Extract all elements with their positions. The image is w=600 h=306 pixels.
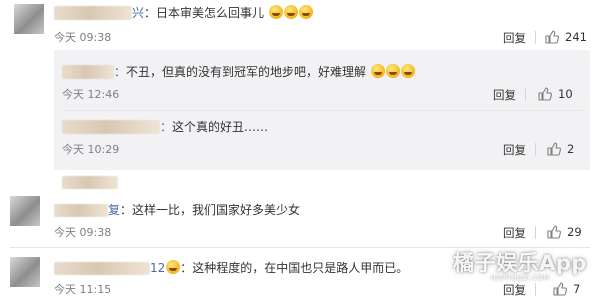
watermark: 橘子娱乐App HAPPYJUZI.COM xyxy=(450,252,590,282)
comment-text-3: 12 ：这种程度的，在中国也只是路人甲而已。 xyxy=(150,260,409,275)
comment-divider xyxy=(10,247,590,248)
like-button[interactable]: 7 xyxy=(553,282,580,296)
username-tail: 12 xyxy=(150,261,166,275)
comment-text-2: 复：这样一比，我们国家好多美少女 xyxy=(108,203,301,217)
thumbs-up-icon xyxy=(545,30,559,44)
username-tail: 复 xyxy=(108,203,121,217)
avatar[interactable] xyxy=(14,4,44,34)
like-count: 10 xyxy=(558,87,573,101)
reply-button[interactable]: 回复 xyxy=(503,226,526,240)
reply-button[interactable]: 回复 xyxy=(503,143,526,157)
comment-time: 今天 11:15 xyxy=(54,283,112,296)
grin-emoji-icon xyxy=(166,260,181,274)
reply-button[interactable]: 回复 xyxy=(503,31,526,45)
grin-emoji-icon xyxy=(268,5,283,19)
avatar[interactable] xyxy=(10,257,40,287)
watermark-sub: HAPPYJUZI.COM xyxy=(490,274,550,282)
like-count: 29 xyxy=(567,225,582,239)
divider xyxy=(535,226,536,239)
thumbs-up-icon xyxy=(547,142,561,156)
username-tail: ： xyxy=(114,65,127,79)
like-button[interactable]: 29 xyxy=(547,225,582,239)
like-count: 2 xyxy=(567,142,575,156)
reply-divider xyxy=(62,110,582,111)
username-tail: 兴 xyxy=(132,6,145,20)
thumbs-up-icon xyxy=(547,225,561,239)
divider xyxy=(535,31,536,44)
reply-button[interactable]: 回复 xyxy=(493,88,516,102)
like-count: 7 xyxy=(573,282,581,296)
like-button[interactable]: 10 xyxy=(538,87,573,101)
grin-emoji-icon xyxy=(400,64,415,78)
avatar[interactable] xyxy=(10,196,40,226)
thumbs-up-icon xyxy=(553,282,567,296)
reply-time: 今天 10:29 xyxy=(62,143,120,156)
divider xyxy=(535,143,536,156)
reply-text-2: ：这个真的好丑…… xyxy=(160,120,269,134)
username-tail: ： xyxy=(160,120,173,134)
reply-button[interactable]: 回复 xyxy=(503,283,526,297)
username-blurred[interactable] xyxy=(62,65,114,79)
like-button[interactable]: 241 xyxy=(545,30,587,44)
comment-time: 今天 09:38 xyxy=(54,31,112,44)
comment-text-1: 兴：日本审美怎么回事儿 xyxy=(132,5,313,21)
username-blurred[interactable] xyxy=(62,120,160,134)
reply-time: 今天 12:46 xyxy=(62,88,120,101)
divider xyxy=(525,88,526,101)
username-blurred[interactable] xyxy=(54,262,150,275)
like-button[interactable]: 2 xyxy=(547,142,574,156)
grin-emoji-icon xyxy=(283,5,298,19)
username-blurred[interactable] xyxy=(54,204,108,217)
username-blurred[interactable] xyxy=(54,6,132,20)
reply-text-1: ：不丑，但真的没有到冠军的地步吧，好难理解 xyxy=(114,64,415,80)
grin-emoji-icon xyxy=(385,64,400,78)
grin-emoji-icon xyxy=(298,5,313,19)
watermark-title: 橘子娱乐App xyxy=(453,251,587,275)
grin-emoji-icon xyxy=(370,64,385,78)
divider xyxy=(535,283,536,296)
username-blurred[interactable] xyxy=(62,176,118,189)
comment-time: 今天 09:38 xyxy=(54,226,112,239)
thumbs-up-icon xyxy=(538,87,552,101)
like-count: 241 xyxy=(565,30,587,44)
